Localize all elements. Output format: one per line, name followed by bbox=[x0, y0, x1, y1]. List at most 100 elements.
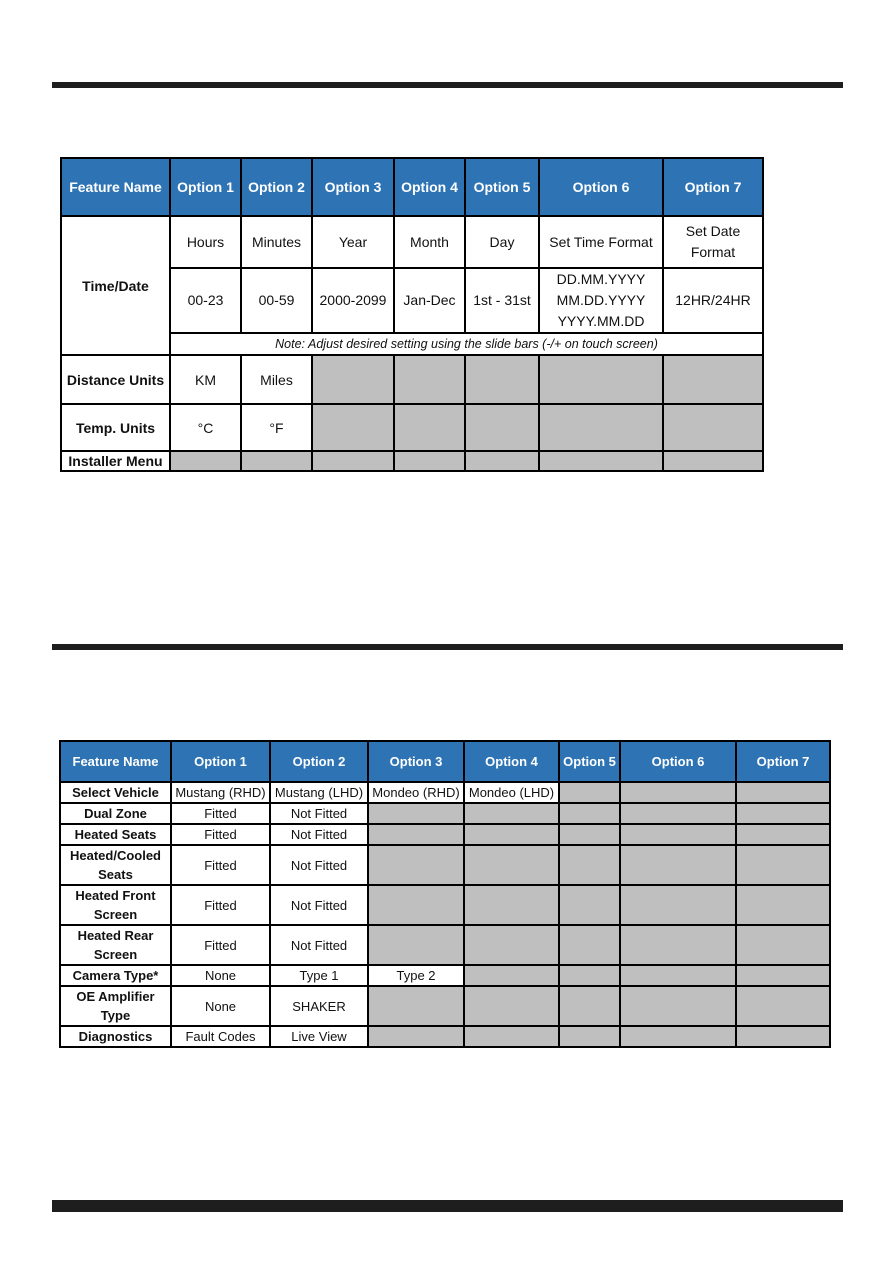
empty-cell bbox=[558, 985, 621, 1027]
empty-cell bbox=[463, 823, 560, 846]
header-cell: Option 7 bbox=[662, 157, 764, 217]
empty-cell bbox=[558, 844, 621, 886]
empty-cell bbox=[463, 802, 560, 825]
option-value-cell: Fitted bbox=[170, 823, 271, 846]
header-cell: Option 4 bbox=[463, 740, 560, 783]
option-label-cell: Hours bbox=[169, 215, 242, 269]
empty-cell bbox=[735, 802, 831, 825]
header-cell: Option 6 bbox=[538, 157, 664, 217]
option-value-cell: Miles bbox=[240, 354, 313, 405]
option-value-cell: None bbox=[170, 964, 271, 987]
feature-name-cell: OE Amplifier Type bbox=[59, 985, 172, 1027]
feature-name-cell: Heated Front Screen bbox=[59, 884, 172, 926]
top-divider-bar bbox=[52, 82, 843, 88]
empty-cell bbox=[393, 450, 466, 472]
empty-cell bbox=[619, 802, 737, 825]
note-text: Note: Adjust desired setting using the s… bbox=[169, 332, 764, 356]
empty-cell bbox=[619, 985, 737, 1027]
empty-cell bbox=[463, 964, 560, 987]
table1-header-row: Feature Name Option 1 Option 2 Option 3 … bbox=[60, 157, 764, 217]
option-value-cell: °C bbox=[169, 403, 242, 452]
settings-table-1: Feature Name Option 1 Option 2 Option 3 … bbox=[60, 157, 764, 472]
empty-cell bbox=[367, 802, 465, 825]
header-cell: Feature Name bbox=[60, 157, 171, 217]
empty-cell bbox=[619, 924, 737, 966]
option-value-cell: None bbox=[170, 985, 271, 1027]
table-row: Dual Zone Fitted Not Fitted bbox=[59, 802, 831, 825]
option-value-cell: 00-59 bbox=[240, 267, 313, 334]
option-value-cell: Fitted bbox=[170, 924, 271, 966]
feature-name-cell: Heated/Cooled Seats bbox=[59, 844, 172, 886]
empty-cell bbox=[367, 985, 465, 1027]
empty-cell bbox=[735, 844, 831, 886]
header-cell: Option 5 bbox=[558, 740, 621, 783]
empty-cell bbox=[367, 823, 465, 846]
table-row: Heated Rear Screen Fitted Not Fitted bbox=[59, 924, 831, 966]
empty-cell bbox=[558, 884, 621, 926]
empty-cell bbox=[463, 844, 560, 886]
empty-cell bbox=[311, 450, 395, 472]
table-row: Distance Units KM Miles bbox=[60, 354, 764, 405]
header-cell: Option 3 bbox=[367, 740, 465, 783]
empty-cell bbox=[619, 781, 737, 804]
header-cell: Option 2 bbox=[269, 740, 369, 783]
feature-name-cell: Distance Units bbox=[60, 354, 171, 405]
option-value-cell: Not Fitted bbox=[269, 924, 369, 966]
option-value-cell: Mondeo (LHD) bbox=[463, 781, 560, 804]
table-row: Diagnostics Fault Codes Live View bbox=[59, 1025, 831, 1048]
option-value-cell: Live View bbox=[269, 1025, 369, 1048]
empty-cell bbox=[662, 354, 764, 405]
option-value-cell: Not Fitted bbox=[269, 802, 369, 825]
option-value-cell: Fitted bbox=[170, 844, 271, 886]
feature-name-cell: Installer Menu bbox=[60, 450, 171, 472]
option-value-cell: Fitted bbox=[170, 802, 271, 825]
option-value-cell: 00-23 bbox=[169, 267, 242, 334]
empty-cell bbox=[393, 403, 466, 452]
empty-cell bbox=[735, 884, 831, 926]
empty-cell bbox=[558, 781, 621, 804]
empty-cell bbox=[393, 354, 466, 405]
empty-cell bbox=[367, 884, 465, 926]
empty-cell bbox=[464, 354, 540, 405]
empty-cell bbox=[619, 1025, 737, 1048]
option-value-cell: Not Fitted bbox=[269, 823, 369, 846]
option-value-cell: Mustang (LHD) bbox=[269, 781, 369, 804]
feature-name-cell: Select Vehicle bbox=[59, 781, 172, 804]
option-label-cell: Day bbox=[464, 215, 540, 269]
feature-name-cell: Diagnostics bbox=[59, 1025, 172, 1048]
feature-name-cell: Temp. Units bbox=[60, 403, 171, 452]
option-value-cell: 1st - 31st bbox=[464, 267, 540, 334]
header-cell: Option 7 bbox=[735, 740, 831, 783]
table-row: Time/Date Hours Minutes Year Month Day S… bbox=[60, 215, 764, 356]
option-value-cell: °F bbox=[240, 403, 313, 452]
option-label-cell: Minutes bbox=[240, 215, 313, 269]
option-value-cell: Type 1 bbox=[269, 964, 369, 987]
option-value-cell: Mondeo (RHD) bbox=[367, 781, 465, 804]
table-row: Select Vehicle Mustang (RHD) Mustang (LHD)… bbox=[59, 781, 831, 804]
option-value-cell: Type 2 bbox=[367, 964, 465, 987]
bottom-divider-bar bbox=[52, 1200, 843, 1212]
option-value-cell: SHAKER bbox=[269, 985, 369, 1027]
table-row: Installer Menu bbox=[60, 450, 764, 472]
empty-cell bbox=[538, 354, 664, 405]
feature-name-cell: Heated Seats bbox=[59, 823, 172, 846]
option-label-cell: Year bbox=[311, 215, 395, 269]
empty-cell bbox=[463, 985, 560, 1027]
option-value-cell: Fitted bbox=[170, 884, 271, 926]
header-cell: Feature Name bbox=[59, 740, 172, 783]
table2-header-row: Feature Name Option 1 Option 2 Option 3 … bbox=[59, 740, 831, 783]
empty-cell bbox=[538, 403, 664, 452]
empty-cell bbox=[619, 844, 737, 886]
empty-cell bbox=[662, 450, 764, 472]
empty-cell bbox=[619, 823, 737, 846]
feature-name-cell: Time/Date bbox=[60, 215, 171, 356]
feature-name-cell: Camera Type* bbox=[59, 964, 172, 987]
header-cell: Option 6 bbox=[619, 740, 737, 783]
empty-cell bbox=[240, 450, 313, 472]
empty-cell bbox=[367, 844, 465, 886]
header-cell: Option 4 bbox=[393, 157, 466, 217]
empty-cell bbox=[619, 884, 737, 926]
empty-cell bbox=[735, 781, 831, 804]
option-value-cell: Not Fitted bbox=[269, 844, 369, 886]
empty-cell bbox=[169, 450, 242, 472]
